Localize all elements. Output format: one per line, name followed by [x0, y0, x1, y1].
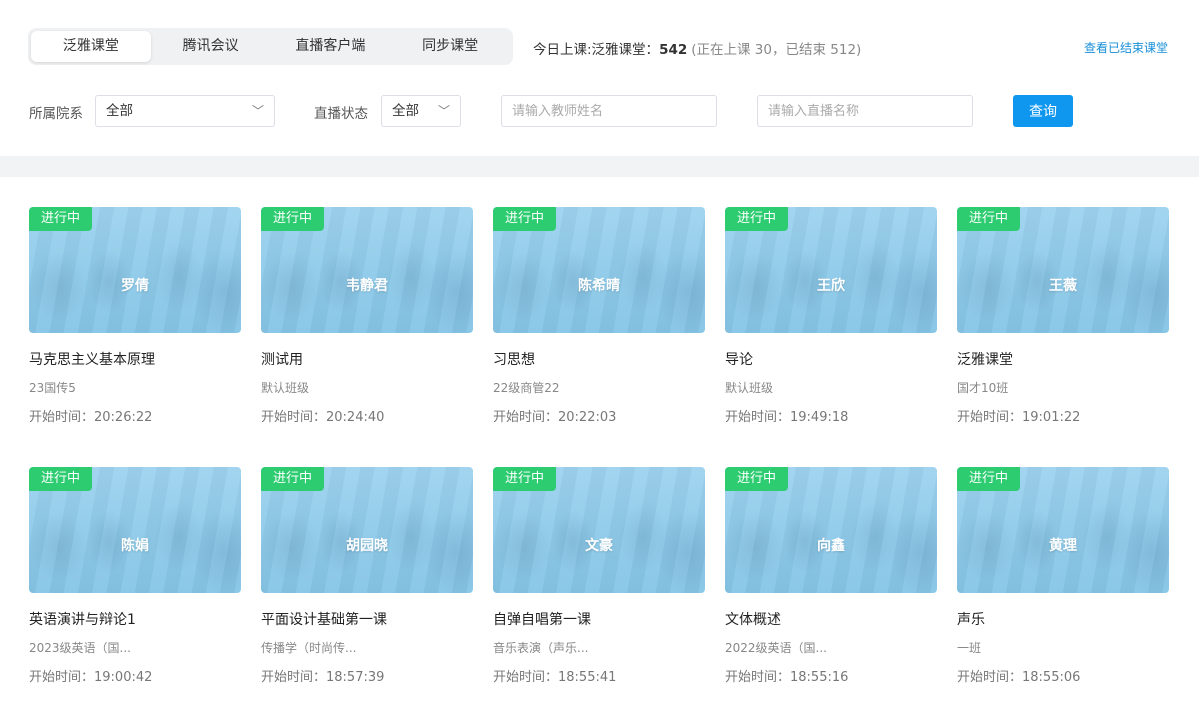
class-name: 默认班级: [725, 381, 774, 395]
tab-tencent-meeting[interactable]: 腾讯会议: [151, 31, 271, 62]
header: 泛雅课堂 腾讯会议 直播客户端 同步课堂 今日上课:泛雅课堂：542 (正在上课 …: [0, 0, 1199, 156]
class-thumbnail: 王薇 进行中: [957, 207, 1169, 333]
course-title: 泛雅课堂: [957, 352, 1013, 368]
class-name: 23国传5: [29, 381, 76, 395]
start-time: 开始时间：19:49:18: [725, 410, 849, 425]
chevron-down-icon: ﹀: [437, 104, 450, 118]
course-title: 导论: [725, 352, 753, 368]
class-name: 音乐表演（声乐...: [493, 641, 589, 655]
class-thumbnail: 王欣 进行中: [725, 207, 937, 333]
class-thumbnail: 向鑫 进行中: [725, 467, 937, 593]
today-count: 542: [659, 42, 688, 58]
view-ended-link[interactable]: 查看已结束课堂: [1084, 39, 1168, 56]
live-class-card[interactable]: 王欣 进行中 导论 默认班级 开始时间：19:49:18: [725, 207, 937, 467]
class-name: 国才10班: [957, 381, 1009, 395]
class-name: 22级商管22: [493, 381, 560, 395]
department-select[interactable]: 全部 ﹀: [95, 95, 275, 127]
class-thumbnail: 韦静君 进行中: [261, 207, 473, 333]
class-thumbnail: 黄理 进行中: [957, 467, 1169, 593]
start-time: 开始时间：18:55:41: [493, 670, 617, 685]
course-title: 文体概述: [725, 612, 781, 628]
live-class-card[interactable]: 黄理 进行中 声乐 一班 开始时间：18:55:06: [957, 467, 1169, 727]
chevron-down-icon: ﹀: [251, 104, 264, 118]
class-name: 2022级英语（国...: [725, 641, 827, 655]
course-title: 英语演讲与辩论1: [29, 612, 136, 628]
class-thumbnail: 文豪 进行中: [493, 467, 705, 593]
class-name: 默认班级: [261, 381, 310, 395]
start-time: 开始时间：18:55:16: [725, 670, 849, 685]
live-name-input[interactable]: [757, 95, 973, 127]
status-badge: 进行中: [493, 207, 557, 231]
tab-sync-classroom[interactable]: 同步课堂: [390, 31, 510, 62]
class-name: 一班: [957, 641, 982, 655]
status-badge: 进行中: [725, 467, 789, 491]
status-badge: 进行中: [493, 467, 557, 491]
platform-tabs: 泛雅课堂 腾讯会议 直播客户端 同步课堂: [28, 28, 513, 65]
live-class-card[interactable]: 陈希晴 进行中 习思想 22级商管22 开始时间：20:22:03: [493, 207, 705, 467]
class-thumbnail: 胡园晓 进行中: [261, 467, 473, 593]
department-value: 全部: [106, 103, 133, 119]
live-class-card[interactable]: 文豪 进行中 自弹自唱第一课 音乐表演（声乐... 开始时间：18:55:41: [493, 467, 705, 727]
status-badge: 进行中: [261, 467, 325, 491]
class-name: 2023级英语（国...: [29, 641, 131, 655]
class-thumbnail: 陈希晴 进行中: [493, 207, 705, 333]
status-label: 直播状态: [314, 106, 368, 122]
course-title: 平面设计基础第一课: [261, 612, 387, 628]
start-time: 开始时间：18:55:06: [957, 670, 1081, 685]
live-class-card[interactable]: 胡园晓 进行中 平面设计基础第一课 传播学（时尚传... 开始时间：18:57:…: [261, 467, 473, 727]
start-time: 开始时间：19:01:22: [957, 410, 1081, 425]
status-badge: 进行中: [725, 207, 789, 231]
course-title: 测试用: [261, 352, 303, 368]
status-value: 全部: [392, 103, 419, 119]
course-title: 声乐: [957, 612, 985, 628]
live-class-grid: 罗倩 进行中 马克思主义基本原理 23国传5 开始时间：20:26:22 韦静君…: [29, 207, 1171, 727]
class-thumbnail: 陈娟 进行中: [29, 467, 241, 593]
status-badge: 进行中: [957, 467, 1021, 491]
department-label: 所属院系: [29, 106, 83, 122]
live-class-card[interactable]: 向鑫 进行中 文体概述 2022级英语（国... 开始时间：18:55:16: [725, 467, 937, 727]
status-badge: 进行中: [957, 207, 1021, 231]
course-title: 马克思主义基本原理: [29, 352, 155, 368]
live-class-card[interactable]: 陈娟 进行中 英语演讲与辩论1 2023级英语（国... 开始时间：19:00:…: [29, 467, 241, 727]
start-time: 开始时间：20:26:22: [29, 410, 153, 425]
live-class-card[interactable]: 罗倩 进行中 马克思主义基本原理 23国传5 开始时间：20:26:22: [29, 207, 241, 467]
query-button[interactable]: 查询: [1013, 95, 1073, 127]
start-time: 开始时间：19:00:42: [29, 670, 153, 685]
tab-fanya[interactable]: 泛雅课堂: [31, 31, 151, 62]
course-title: 习思想: [493, 352, 535, 368]
tab-live-client[interactable]: 直播客户端: [271, 31, 391, 62]
status-badge: 进行中: [29, 467, 93, 491]
live-class-card[interactable]: 韦静君 进行中 测试用 默认班级 开始时间：20:24:40: [261, 207, 473, 467]
teacher-name-input[interactable]: [501, 95, 717, 127]
today-detail: (正在上课 30，已结束 512): [691, 42, 862, 58]
status-badge: 进行中: [261, 207, 325, 231]
section-divider: [0, 156, 1199, 177]
live-class-card[interactable]: 王薇 进行中 泛雅课堂 国才10班 开始时间：19:01:22: [957, 207, 1169, 467]
class-name: 传播学（时尚传...: [261, 641, 357, 655]
status-badge: 进行中: [29, 207, 93, 231]
start-time: 开始时间：20:24:40: [261, 410, 385, 425]
start-time: 开始时间：20:22:03: [493, 410, 617, 425]
start-time: 开始时间：18:57:39: [261, 670, 385, 685]
course-title: 自弹自唱第一课: [493, 612, 591, 628]
today-summary: 今日上课:泛雅课堂：542 (正在上课 30，已结束 512): [533, 38, 861, 58]
class-thumbnail: 罗倩 进行中: [29, 207, 241, 333]
today-label: 今日上课:泛雅课堂：: [533, 42, 660, 58]
status-select[interactable]: 全部 ﹀: [381, 95, 461, 127]
